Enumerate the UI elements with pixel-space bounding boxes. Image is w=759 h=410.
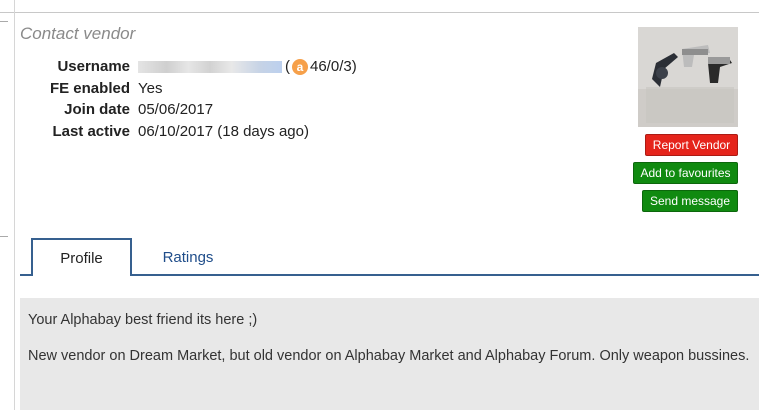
alphabay-rating: ( a 46/0/3): [285, 58, 357, 75]
join-value: 05/06/2017: [138, 101, 214, 119]
left-tick: [0, 236, 8, 237]
send-message-button[interactable]: Send message: [642, 190, 738, 212]
active-row: Last active 06/10/2017 (18 days ago): [28, 121, 357, 143]
fe-row: FE enabled Yes: [28, 78, 357, 100]
username-label: Username: [57, 58, 130, 76]
username-row: Username ( a 46/0/3): [28, 56, 357, 78]
profile-tabs: Profile Ratings: [20, 238, 759, 276]
paren-open: (: [285, 58, 290, 76]
avatar-image: [638, 27, 738, 127]
join-row: Join date 05/06/2017: [28, 99, 357, 121]
profile-text-line: New vendor on Dream Market, but old vend…: [28, 348, 750, 364]
report-vendor-button[interactable]: Report Vendor: [645, 134, 738, 156]
tab-ratings[interactable]: Ratings: [148, 238, 228, 276]
vendor-avatar: [638, 27, 738, 127]
alphabay-rating-value: 46/0/3): [310, 58, 357, 76]
fe-value: Yes: [138, 79, 163, 97]
vendor-info: Username ( a 46/0/3) FE enabled Yes Join…: [28, 56, 357, 142]
join-label: Join date: [64, 101, 130, 119]
left-divider: [14, 0, 15, 410]
username-masked: [138, 60, 282, 73]
left-tick: [0, 21, 8, 22]
username-value[interactable]: ( a 46/0/3): [138, 58, 357, 75]
fe-label: FE enabled: [49, 79, 130, 97]
tab-profile[interactable]: Profile: [31, 238, 132, 276]
panel-title: Contact vendor: [20, 24, 136, 43]
profile-content: Your Alphabay best friend its here ;) Ne…: [20, 298, 759, 410]
active-label: Last active: [52, 122, 130, 140]
profile-text-line: Your Alphabay best friend its here ;): [28, 312, 258, 328]
top-divider: [0, 12, 759, 13]
add-to-favourites-button[interactable]: Add to favourites: [633, 162, 738, 184]
active-value: 06/10/2017 (18 days ago): [138, 122, 309, 140]
alphabay-icon: a: [292, 58, 308, 75]
